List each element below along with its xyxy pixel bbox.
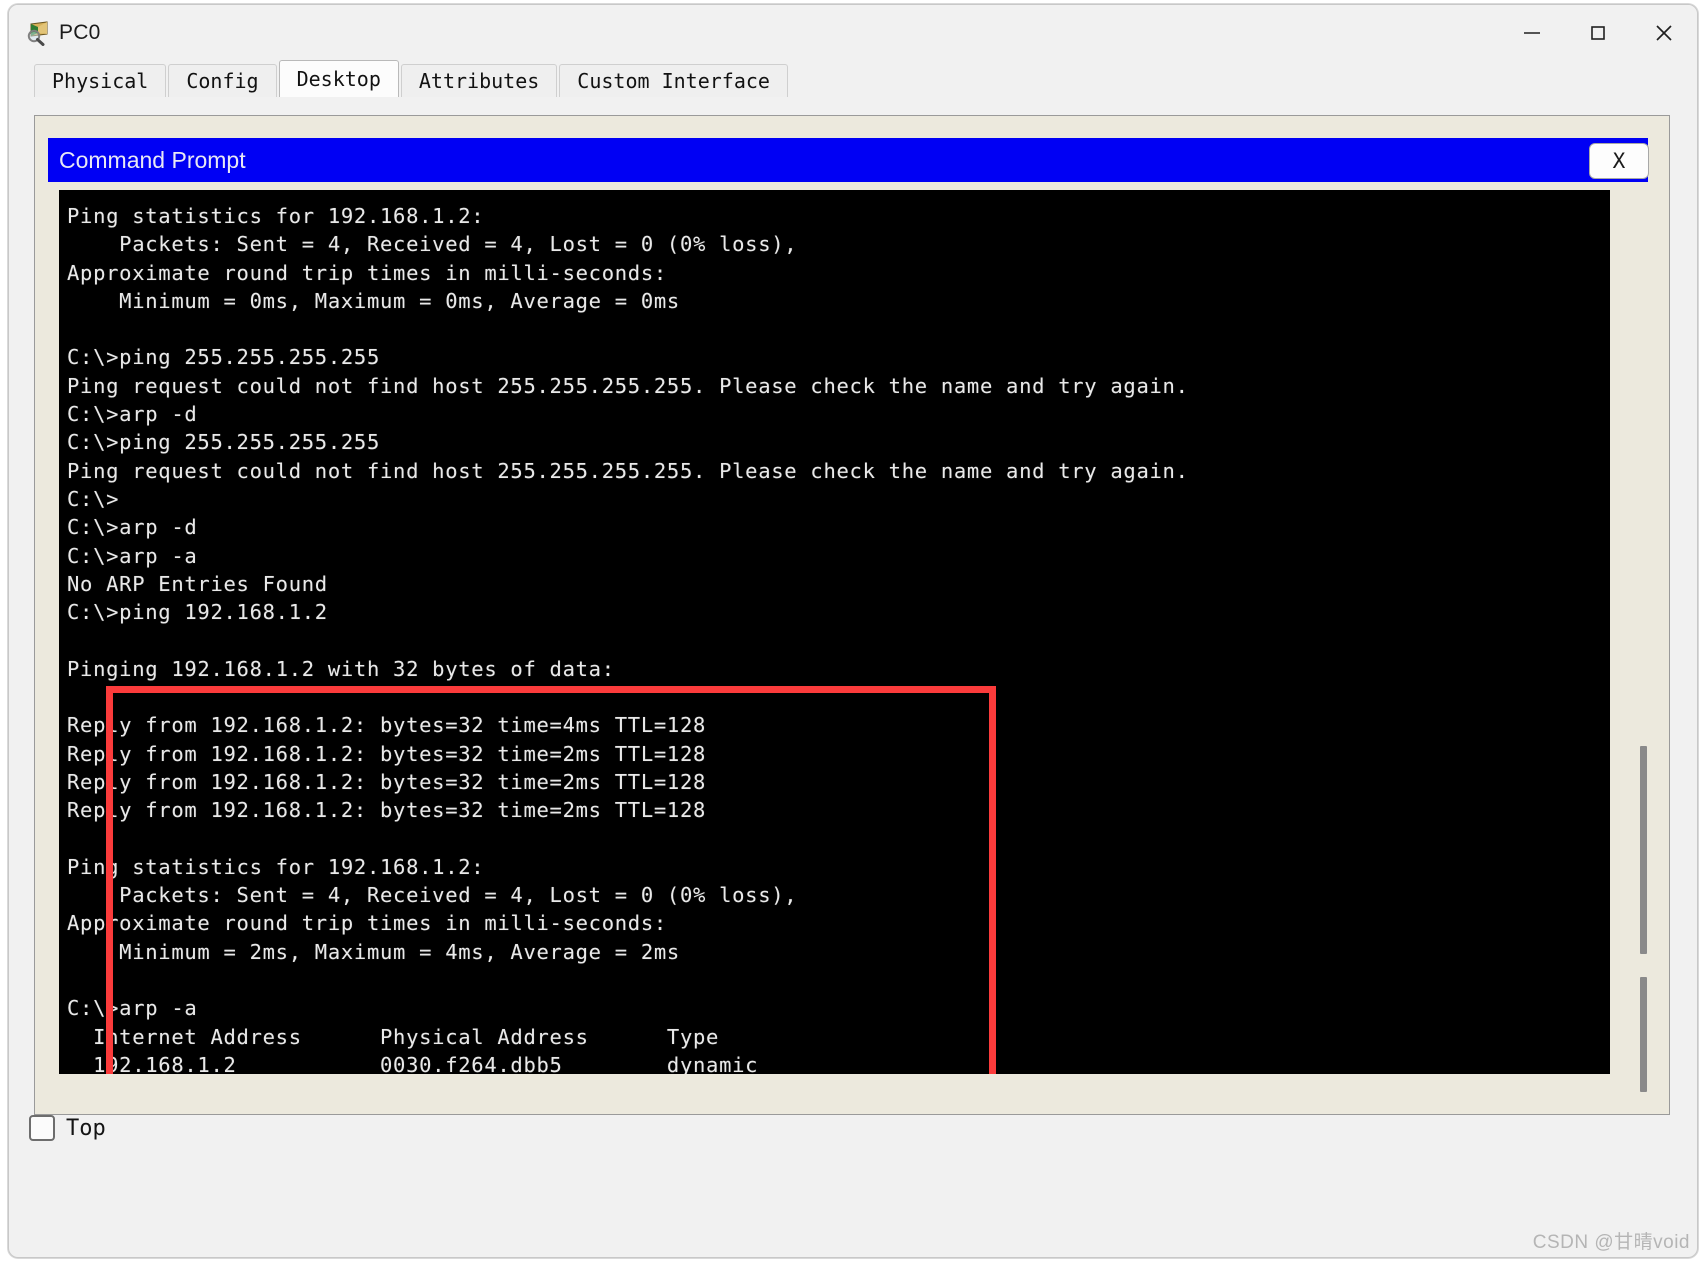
top-checkbox[interactable] bbox=[29, 1115, 55, 1141]
tab-physical[interactable]: Physical bbox=[34, 64, 167, 97]
maximize-icon[interactable] bbox=[1565, 5, 1631, 61]
top-checkbox-label: Top bbox=[66, 1115, 106, 1141]
scrollbar-thumb-upper[interactable] bbox=[1640, 746, 1647, 954]
tab-list: Physical Config Desktop Attributes Custo… bbox=[34, 60, 790, 97]
tab-attributes[interactable]: Attributes bbox=[400, 64, 558, 97]
command-prompt-titlebar: Command Prompt bbox=[48, 138, 1648, 182]
tab-desktop[interactable]: Desktop bbox=[278, 60, 399, 97]
terminal-scrollbar[interactable] bbox=[1628, 190, 1660, 1092]
window-titlebar: PC0 bbox=[9, 5, 1697, 61]
pc-magnifier-icon bbox=[25, 20, 51, 46]
minimize-icon[interactable] bbox=[1499, 5, 1565, 61]
window-title-group: PC0 bbox=[9, 20, 100, 46]
top-checkbox-group[interactable]: Top bbox=[29, 1115, 106, 1141]
command-prompt-body: Ping statistics for 192.168.1.2: Packets… bbox=[51, 190, 1660, 1092]
terminal-text: Ping statistics for 192.168.1.2: Packets… bbox=[67, 204, 1189, 1074]
window-title: PC0 bbox=[59, 21, 101, 44]
watermark: CSDN @甘晴void bbox=[1532, 1232, 1690, 1253]
tab-strip: Physical Config Desktop Attributes Custo… bbox=[9, 60, 1697, 97]
close-icon[interactable] bbox=[1631, 5, 1697, 61]
command-prompt-window: Command Prompt X Ping statistics for 192… bbox=[48, 138, 1660, 1092]
pc0-window: PC0 Physical Config Desktop Attributes C… bbox=[8, 4, 1698, 1258]
desktop-panel: Command Prompt X Ping statistics for 192… bbox=[34, 115, 1670, 1115]
command-prompt-title: Command Prompt bbox=[59, 146, 246, 173]
tab-custom-interface[interactable]: Custom Interface bbox=[559, 64, 788, 97]
scrollbar-thumb-lower[interactable] bbox=[1640, 977, 1647, 1092]
tab-config[interactable]: Config bbox=[168, 64, 277, 97]
window-controls bbox=[1499, 5, 1697, 61]
terminal-output-area[interactable]: Ping statistics for 192.168.1.2: Packets… bbox=[59, 190, 1610, 1074]
command-prompt-close-button[interactable]: X bbox=[1589, 143, 1649, 179]
